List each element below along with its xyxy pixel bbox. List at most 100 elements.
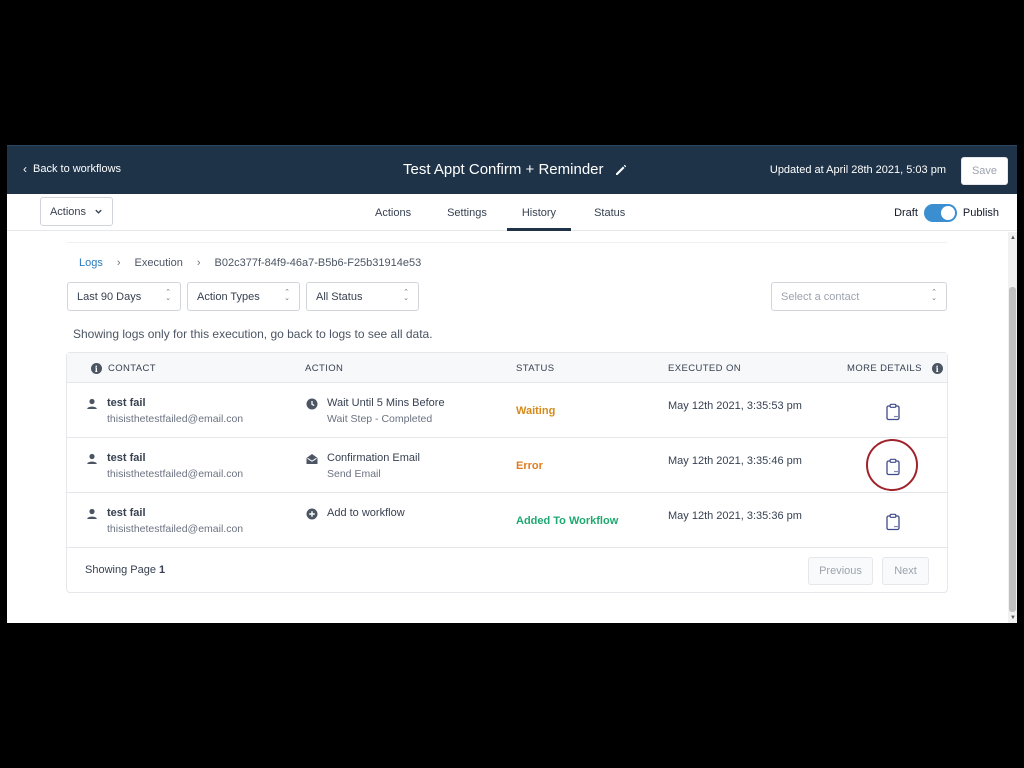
header-contact: i CONTACT (91, 363, 156, 374)
executed-on: May 12th 2021, 3:35:46 pm (668, 455, 802, 467)
pencil-icon[interactable] (614, 163, 628, 177)
table-header: i CONTACT ACTION STATUS EXECUTED ON MORE… (67, 353, 947, 383)
action-types-select[interactable]: Action Types ⌃ ⌄ (187, 282, 300, 311)
header-action: ACTION (305, 363, 343, 374)
contact-cell: test fail thisisthetestfailed@email.con (85, 397, 243, 425)
tab-status[interactable]: Status (571, 194, 648, 231)
header-more-details: MORE DETAILS i (847, 363, 943, 374)
action-subtitle: Send Email (327, 468, 381, 480)
date-range-select[interactable]: Last 90 Days ⌃ ⌄ (67, 282, 181, 311)
scroll-down-icon[interactable]: ▼ (1010, 615, 1016, 621)
more-details-button[interactable] (877, 511, 909, 533)
scrollbar-thumb[interactable] (1009, 287, 1016, 612)
back-to-workflows-link[interactable]: ‹ Back to workflows (23, 163, 121, 175)
header-status-label: STATUS (516, 363, 555, 374)
execution-notice: Showing logs only for this execution, go… (73, 327, 433, 341)
sort-arrows-icon: ⌃ ⌄ (403, 289, 409, 302)
clipboard-icon (886, 513, 900, 531)
person-icon (87, 398, 97, 409)
scrollbar[interactable]: ▲ ▼ (1008, 232, 1017, 623)
contact-email: thisisthetestfailed@email.con (107, 468, 244, 480)
showing-page-label: Showing Page (85, 564, 156, 576)
tab-actions[interactable]: Actions (359, 194, 427, 231)
header-executed-on: EXECUTED ON (668, 363, 741, 374)
clock-icon (306, 398, 318, 410)
header-status: STATUS (516, 363, 554, 374)
breadcrumb-execution[interactable]: Execution (135, 257, 183, 269)
contact-name[interactable]: test fail (107, 397, 243, 409)
action-cell: Wait Until 5 Mins Before Wait Step - Com… (305, 397, 445, 425)
contact-email: thisisthetestfailed@email.con (107, 413, 244, 425)
breadcrumb: Logs › Execution › B02c377f-84f9-46a7-B5… (79, 257, 421, 269)
action-title: Add to workflow (327, 507, 405, 519)
tab-bar: Actions Settings History Status (359, 194, 648, 231)
top-header: ‹ Back to workflows Test Appt Confirm + … (7, 145, 1017, 194)
header-action-label: ACTION (305, 363, 344, 374)
chevron-down-icon (95, 209, 102, 214)
title-group: Test Appt Confirm + Reminder (403, 161, 628, 178)
updated-timestamp: Updated at April 28th 2021, 5:03 pm (769, 164, 946, 176)
back-label: Back to workflows (33, 163, 122, 175)
contact-placeholder: Select a contact (781, 290, 860, 303)
header-executed-label: EXECUTED ON (668, 363, 742, 374)
table-row: test fail thisisthetestfailed@email.con … (67, 493, 947, 548)
envelope-open-icon (306, 454, 318, 464)
tab-label: Settings (447, 206, 487, 219)
contact-cell: test fail thisisthetestfailed@email.con (85, 452, 243, 480)
action-cell: Confirmation Email Send Email (305, 452, 420, 480)
table-footer: Showing Page 1 Previous Next (67, 548, 947, 594)
next-button[interactable]: Next (882, 557, 929, 585)
workflow-title: Test Appt Confirm + Reminder (403, 161, 604, 178)
workflow-app: ‹ Back to workflows Test Appt Confirm + … (7, 145, 1017, 623)
breadcrumb-execution-id: B02c377f-84f9-46a7-B5b6-F25b31914e53 (214, 257, 422, 269)
status-select[interactable]: All Status ⌃ ⌄ (306, 282, 419, 311)
contact-select[interactable]: Select a contact ⌃ ⌄ (771, 282, 947, 311)
status-value: All Status (316, 290, 363, 303)
plus-circle-icon (306, 508, 318, 520)
toggle-knob (940, 206, 955, 220)
action-subtitle: Wait Step - Completed (327, 413, 433, 425)
history-content: Logs › Execution › B02c377f-84f9-46a7-B5… (7, 232, 1007, 623)
more-details-button[interactable] (877, 456, 909, 478)
contact-email: thisisthetestfailed@email.con (107, 523, 244, 535)
previous-button[interactable]: Previous (808, 557, 873, 585)
tab-history[interactable]: History (506, 194, 572, 231)
executed-on: May 12th 2021, 3:35:53 pm (668, 400, 802, 412)
divider (67, 242, 947, 243)
save-button[interactable]: Save (961, 157, 1008, 185)
status-badge: Added To Workflow (516, 515, 619, 527)
sub-navigation: Actions Actions Settings History Status … (7, 194, 1017, 231)
publish-toggle[interactable] (923, 204, 957, 222)
executed-on: May 12th 2021, 3:35:36 pm (668, 510, 802, 522)
person-icon (87, 508, 97, 519)
header-contact-label: CONTACT (108, 363, 157, 374)
action-title: Confirmation Email (327, 452, 420, 464)
clipboard-icon (886, 458, 900, 476)
table-row: test fail thisisthetestfailed@email.con … (67, 383, 947, 438)
breadcrumb-logs-link[interactable]: Logs (79, 257, 103, 269)
header-more-details-label: MORE DETAILS (847, 363, 922, 374)
sort-arrows-icon: ⌃ ⌄ (165, 289, 171, 302)
info-icon[interactable]: i (91, 363, 102, 374)
scroll-up-icon[interactable]: ▲ (1010, 235, 1016, 241)
sort-arrows-icon: ⌃ ⌄ (931, 289, 937, 302)
publish-label: Publish (962, 207, 999, 219)
contact-cell: test fail thisisthetestfailed@email.con (85, 507, 243, 535)
draft-label: Draft (894, 207, 918, 219)
actions-dropdown-label: Actions (49, 205, 87, 218)
chevron-right-icon: › (196, 257, 201, 269)
info-icon[interactable]: i (931, 363, 943, 374)
clipboard-icon (886, 403, 900, 421)
tab-label: Status (594, 206, 626, 219)
publish-toggle-group: Draft Publish (894, 204, 999, 222)
logs-table: i CONTACT ACTION STATUS EXECUTED ON MORE… (66, 352, 948, 593)
action-types-value: Action Types (197, 290, 260, 303)
chevron-left-icon: ‹ (23, 162, 27, 176)
chevron-right-icon: › (116, 257, 121, 269)
more-details-button[interactable] (877, 401, 909, 423)
contact-name[interactable]: test fail (107, 452, 243, 464)
contact-name[interactable]: test fail (107, 507, 243, 519)
action-title: Wait Until 5 Mins Before (327, 397, 445, 409)
tab-settings[interactable]: Settings (427, 194, 507, 231)
actions-dropdown[interactable]: Actions (40, 197, 113, 226)
